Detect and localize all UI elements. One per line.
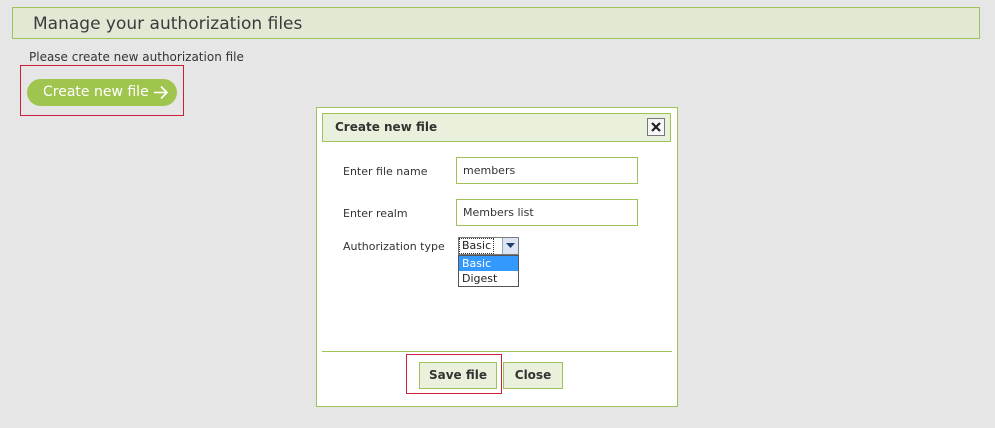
auth-type-selected-value: Basic [458, 238, 495, 254]
dialog-title: Create new file [335, 120, 438, 134]
page-header: Manage your authorization files [12, 7, 980, 39]
auth-type-option-basic[interactable]: Basic [459, 256, 518, 271]
chevron-down-icon [506, 243, 515, 248]
create-new-file-button[interactable]: Create new file [27, 79, 177, 106]
auth-type-options-list: Basic Digest [458, 255, 519, 287]
dialog-titlebar: Create new file [322, 113, 671, 142]
dialog-divider [322, 351, 672, 352]
auth-type-select[interactable]: Basic [458, 237, 519, 255]
create-new-file-label: Create new file [43, 84, 149, 100]
realm-input[interactable] [456, 199, 638, 226]
intro-text: Please create new authorization file [29, 50, 244, 64]
realm-label: Enter realm [343, 207, 408, 220]
auth-type-option-digest[interactable]: Digest [459, 271, 518, 286]
file-name-label: Enter file name [343, 165, 428, 178]
close-icon [651, 122, 661, 132]
dialog-close-button[interactable] [647, 118, 665, 136]
page-title: Manage your authorization files [33, 14, 303, 34]
file-name-input[interactable] [456, 157, 638, 184]
arrow-right-icon [153, 85, 169, 100]
dropdown-arrow-button[interactable] [502, 238, 518, 254]
save-button-highlight [406, 354, 502, 394]
auth-type-label: Authorization type [343, 240, 445, 253]
close-button[interactable]: Close [503, 362, 563, 389]
